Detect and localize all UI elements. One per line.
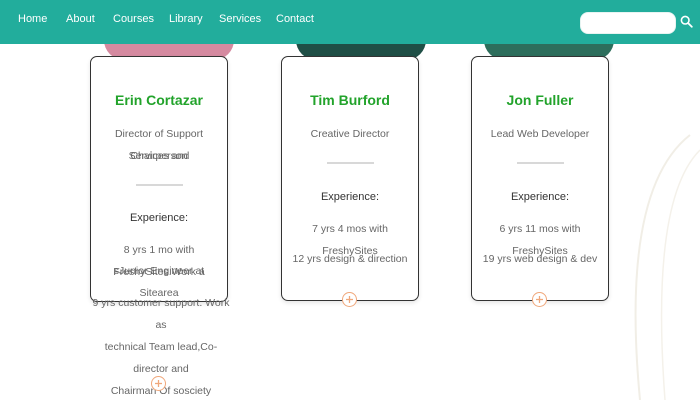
experience-line: 9 yrs customer support. Work as	[92, 297, 230, 331]
nav-library[interactable]: Library	[169, 13, 203, 25]
expand-button[interactable]	[532, 292, 547, 307]
search-input[interactable]	[580, 12, 676, 34]
experience-label: Experience:	[320, 191, 380, 203]
nav-home[interactable]: Home	[18, 13, 47, 25]
nav-courses[interactable]: Courses	[113, 13, 154, 25]
plus-circle-icon	[345, 295, 353, 303]
plus-circle-icon	[535, 295, 543, 303]
experience-label: Experience:	[129, 212, 189, 224]
team-card: Tim Burford Creative Director Experience…	[281, 56, 419, 301]
expand-button[interactable]	[151, 376, 166, 391]
top-navigation-bar: Home About Courses Library Services Cont…	[0, 0, 700, 44]
member-title: Creative Director	[310, 128, 390, 140]
plus-circle-icon	[154, 379, 162, 387]
team-card: Erin Cortazar Director of Support Servic…	[90, 56, 228, 302]
expand-button[interactable]	[342, 292, 357, 307]
member-name: Jon Fuller	[506, 92, 574, 108]
experience-line: technical Team lead,Co-director and	[104, 341, 218, 375]
experience-line: 12 yrs design & direction	[292, 253, 408, 265]
experience-line: 19 yrs web design & dev	[482, 253, 598, 265]
divider	[327, 162, 374, 164]
search-icon[interactable]	[680, 15, 693, 28]
member-name: Tim Burford	[310, 92, 390, 108]
experience-label: Experience:	[510, 191, 570, 203]
member-title: Chairperson	[130, 150, 188, 162]
member-title: Lead Web Developer	[490, 128, 590, 140]
team-card: Jon Fuller Lead Web Developer Experience…	[471, 56, 609, 301]
nav-services[interactable]: Services	[219, 13, 261, 25]
divider	[136, 184, 183, 186]
nav-about[interactable]: About	[66, 13, 95, 25]
divider	[517, 162, 564, 164]
member-name: Erin Cortazar	[115, 92, 203, 108]
nav-contact[interactable]: Contact	[276, 13, 314, 25]
